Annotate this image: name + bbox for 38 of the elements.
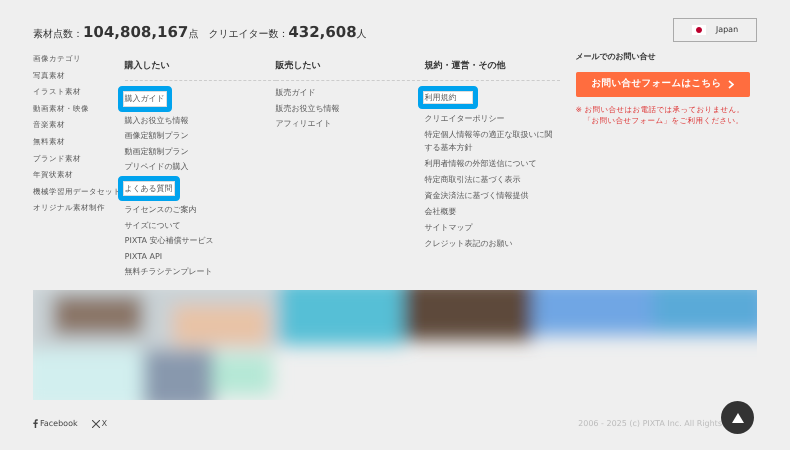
footer-link[interactable]: ライセンスのご案内 xyxy=(124,202,197,218)
footer-link[interactable]: サイトマップ xyxy=(424,220,489,234)
column-heading: 販売したい xyxy=(276,61,321,71)
footer-link[interactable]: 画像定額制プラン xyxy=(124,128,189,144)
highlighted-link[interactable]: 購入ガイド xyxy=(118,86,172,112)
footer-link[interactable]: PIXTA 安心補償サービス xyxy=(124,233,214,248)
social-link[interactable]: Facebook xyxy=(33,418,78,430)
creators-count: クリエイター数：432,608人 xyxy=(208,22,367,43)
footer-link[interactable]: アフィリエイト xyxy=(276,116,332,132)
x-logo-icon xyxy=(92,420,100,428)
column-heading: 規約・運営・その他 xyxy=(424,61,506,71)
footer-link[interactable]: クレジット表記のお願い xyxy=(424,236,529,250)
social-link[interactable]: X xyxy=(92,418,108,430)
footer-link[interactable]: 利用者情報の外部送信について xyxy=(424,156,553,170)
footer-link[interactable]: 資金決済法に基づく情報提供 xyxy=(424,188,545,202)
highlighted-link[interactable]: よくある質問 xyxy=(118,176,180,201)
footer-link[interactable]: 無料チラシテンプレート xyxy=(124,264,213,280)
column-heading: 購入したい xyxy=(124,61,170,71)
footer-link[interactable]: 販売お役立ち情報 xyxy=(276,100,340,116)
footer-link[interactable]: 会社概要 xyxy=(424,204,473,218)
japan-flag-icon xyxy=(692,25,706,35)
footer-link[interactable]: サイズについて xyxy=(124,218,181,233)
footer-link[interactable]: 動画定額制プラン xyxy=(124,144,189,159)
footer-link[interactable]: PIXTA API xyxy=(124,248,162,264)
scroll-top-button[interactable] xyxy=(721,401,754,434)
footer-link[interactable]: 販売ガイド xyxy=(276,85,316,100)
facebook-icon xyxy=(33,419,38,428)
footer-link[interactable]: 特定商取引法に基づく表示 xyxy=(424,172,537,186)
triangle-up-icon xyxy=(732,412,744,422)
contact-heading: メールでのお問い合せ xyxy=(576,51,657,63)
region-button[interactable]: Japan xyxy=(673,18,757,42)
footer-link[interactable]: 特定個人情報等の適正な取扱いに関する基本方針 xyxy=(424,128,576,154)
chevron-right-icon xyxy=(728,80,734,89)
footer-link[interactable]: 購入お役立ち情報 xyxy=(124,112,189,128)
footer-link[interactable]: プリペイドの購入 xyxy=(124,159,189,174)
footer-link[interactable]: クリエイターポリシー xyxy=(424,112,521,124)
materials-count: 素材点数：104,808,167点 xyxy=(33,22,198,43)
highlighted-link[interactable]: 利用規約 xyxy=(418,86,478,109)
